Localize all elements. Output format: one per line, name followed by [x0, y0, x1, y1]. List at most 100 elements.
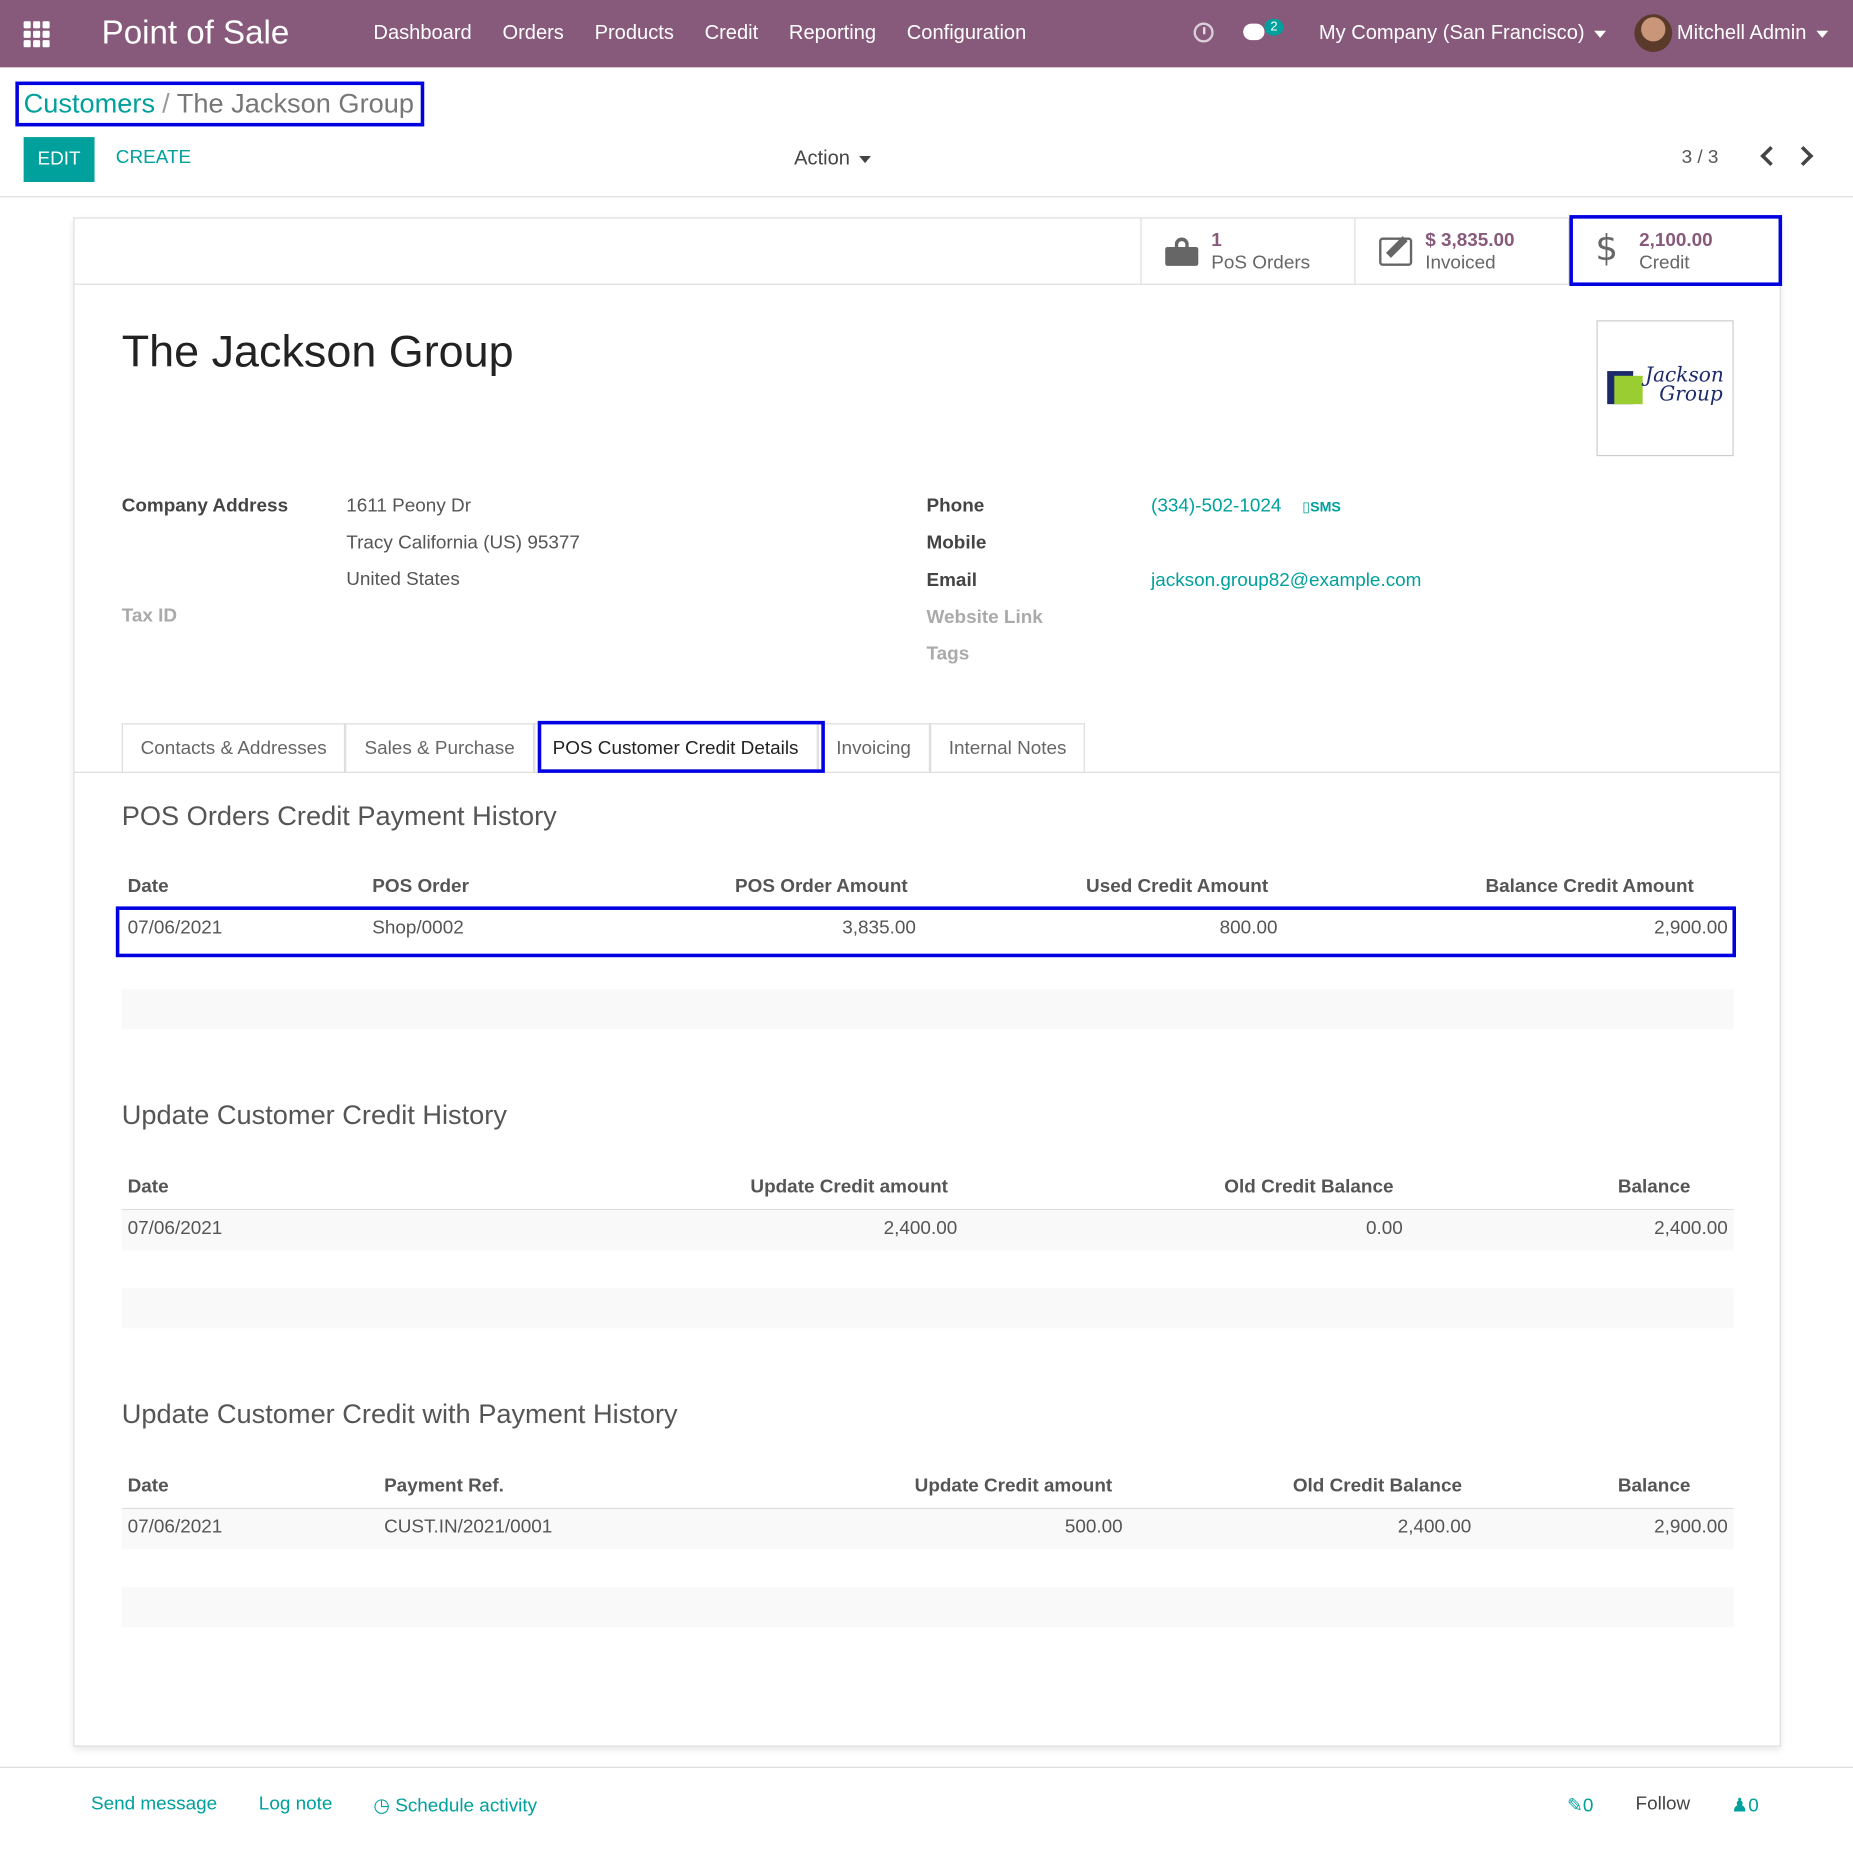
form-sheet: 1 PoS Orders $ 3,835.00 Invoiced $ 2,100…	[73, 217, 1781, 1747]
column-header[interactable]: Update Credit amount	[915, 1476, 1113, 1497]
cell-balance: 2,900.00	[1654, 1517, 1728, 1538]
pager-value: 3 / 3	[1681, 147, 1719, 168]
phone-link[interactable]: (334)-502-1024	[1151, 496, 1281, 517]
app-title: Point of Sale	[101, 14, 290, 51]
column-header[interactable]: Date	[128, 1476, 169, 1497]
mobile-label: Mobile	[926, 532, 987, 554]
user-icon: ♟	[1731, 1796, 1749, 1817]
menu-products[interactable]: Products	[595, 21, 674, 45]
chevron-down-icon	[1594, 30, 1606, 38]
column-header[interactable]: Balance	[1618, 1476, 1691, 1497]
sms-button[interactable]: ▯SMS	[1302, 499, 1341, 516]
pos-orders-button[interactable]: 1 PoS Orders	[1140, 218, 1354, 285]
company-name: My Company (San Francisco)	[1318, 21, 1585, 44]
cell-payment-ref: CUST.IN/2021/0001	[384, 1517, 553, 1538]
column-header[interactable]: Used Credit Amount	[1086, 877, 1268, 898]
company-address-label: Company Address	[121, 496, 289, 517]
chatter-bar: Send message Log note ◷ Schedule activit…	[0, 1766, 1853, 1851]
cell-update-credit-amount: 2,400.00	[883, 1218, 958, 1239]
highlight-box-credit	[1569, 215, 1783, 286]
tab-internal-notes[interactable]: Internal Notes	[929, 723, 1086, 773]
address-line-1: 1611 Peony Dr	[346, 496, 471, 517]
empty-row	[121, 1288, 1734, 1329]
paperclip-icon: ✎	[1567, 1796, 1583, 1817]
followers-count: 0	[1748, 1796, 1759, 1817]
menu-configuration[interactable]: Configuration	[907, 21, 1027, 45]
tax-id-label: Tax ID	[121, 606, 178, 627]
send-message-button[interactable]: Send message	[91, 1794, 217, 1815]
invoiced-button[interactable]: $ 3,835.00 Invoiced	[1354, 218, 1568, 285]
menu-orders[interactable]: Orders	[502, 21, 563, 45]
smart-button-box: 1 PoS Orders $ 3,835.00 Invoiced $ 2,100…	[74, 218, 1780, 285]
pos-history-title: POS Orders Credit Payment History	[121, 800, 557, 831]
action-dropdown[interactable]: Action	[794, 146, 872, 171]
payment-history-title: Update Customer Credit with Payment Hist…	[121, 1398, 678, 1429]
column-header[interactable]: POS Order	[372, 877, 469, 898]
log-note-button[interactable]: Log note	[259, 1794, 333, 1815]
table-row[interactable]	[121, 1509, 1734, 1550]
cell-old-credit-balance: 2,400.00	[1397, 1517, 1472, 1538]
mobile-phone-icon: ▯	[1302, 498, 1311, 516]
partner-logo[interactable]: Jackson Group	[1596, 320, 1734, 457]
menu-dashboard[interactable]: Dashboard	[373, 21, 471, 45]
create-button[interactable]: CREATE	[116, 148, 191, 169]
invoiced-value: $ 3,835.00	[1425, 230, 1515, 251]
tags-label: Tags	[926, 644, 970, 665]
address-line-2: Tracy California (US) 95377	[346, 532, 580, 554]
tab-invoicing[interactable]: Invoicing	[817, 723, 930, 773]
logo-text: Jackson Group	[1645, 366, 1724, 405]
column-header[interactable]: Update Credit amount	[750, 1177, 948, 1198]
menu-reporting[interactable]: Reporting	[789, 21, 876, 45]
menu-credit[interactable]: Credit	[705, 21, 759, 45]
divider	[74, 771, 1780, 773]
phone-label: Phone	[926, 496, 985, 517]
apps-menu-icon[interactable]	[23, 21, 52, 48]
cell-old-credit-balance: 0.00	[1365, 1218, 1403, 1239]
column-header[interactable]: Balance	[1618, 1177, 1691, 1198]
chevron-right-icon[interactable]	[1793, 145, 1814, 167]
cell-update-credit-amount: 500.00	[1064, 1517, 1123, 1538]
chevron-left-icon[interactable]	[1760, 145, 1781, 167]
column-header[interactable]: POS Order Amount	[735, 877, 908, 898]
avatar[interactable]	[1634, 14, 1673, 52]
empty-row	[121, 989, 1734, 1030]
email-label: Email	[926, 570, 977, 591]
chevron-down-icon	[1815, 30, 1828, 38]
tab-contacts-addresses[interactable]: Contacts & Addresses	[121, 723, 346, 773]
chat-icon[interactable]	[1243, 23, 1265, 41]
cell-balance: 2,400.00	[1654, 1218, 1728, 1239]
logo-shape	[1614, 375, 1643, 405]
partner-name: The Jackson Group	[121, 327, 514, 377]
chat-badge: 2	[1264, 18, 1284, 36]
attachments-count: 0	[1582, 1796, 1594, 1817]
email-link[interactable]: jackson.group82@example.com	[1151, 571, 1421, 592]
cell-date: 07/06/2021	[127, 1218, 223, 1239]
invoiced-label: Invoiced	[1425, 252, 1496, 273]
followers-button[interactable]: ♟0	[1731, 1794, 1758, 1818]
column-header[interactable]: Date	[128, 877, 169, 898]
user-menu[interactable]: Mitchell Admin	[1677, 21, 1828, 45]
action-label: Action	[794, 146, 850, 169]
pencil-square-icon	[1379, 237, 1413, 266]
attachments-button[interactable]: ✎0	[1567, 1794, 1593, 1818]
column-header[interactable]: Old Credit Balance	[1224, 1177, 1393, 1198]
clock-icon: ◷	[373, 1796, 390, 1817]
activity-clock-icon[interactable]	[1193, 22, 1214, 43]
address-line-3: United States	[346, 569, 460, 590]
user-name: Mitchell Admin	[1676, 21, 1807, 44]
cell-date: 07/06/2021	[127, 1517, 223, 1538]
credit-history-title: Update Customer Credit History	[121, 1099, 507, 1130]
shopping-bag-icon	[1165, 237, 1199, 266]
column-header[interactable]: Payment Ref.	[384, 1476, 504, 1497]
edit-button[interactable]: EDIT	[23, 137, 95, 182]
column-header[interactable]: Date	[128, 1177, 169, 1198]
follow-button[interactable]: Follow	[1636, 1794, 1691, 1815]
schedule-activity-button[interactable]: ◷ Schedule activity	[373, 1794, 537, 1818]
main-menu: Dashboard Orders Products Credit Reporti…	[373, 21, 1057, 45]
website-link-label: Website Link	[926, 607, 1043, 628]
highlight-box-tab	[537, 720, 825, 773]
company-switcher[interactable]: My Company (San Francisco)	[1319, 21, 1606, 45]
tab-sales-purchase[interactable]: Sales & Purchase	[345, 723, 534, 773]
column-header[interactable]: Balance Credit Amount	[1485, 877, 1693, 898]
column-header[interactable]: Old Credit Balance	[1293, 1476, 1462, 1497]
